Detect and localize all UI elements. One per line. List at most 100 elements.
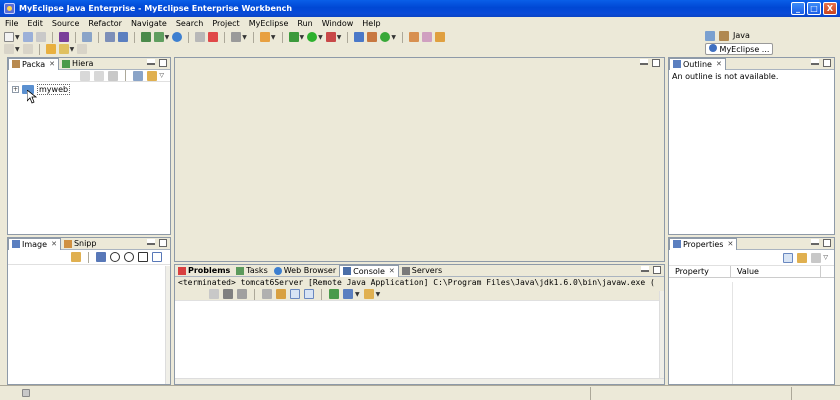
previous-annotation-icon[interactable] [22,44,33,54]
menu-edit[interactable]: Edit [27,19,43,28]
advanced-icon[interactable] [797,252,808,263]
search-icon[interactable] [435,32,445,42]
close-icon[interactable]: ✕ [51,240,57,248]
server-icon[interactable] [117,32,128,42]
categories-icon[interactable] [783,252,794,263]
minimize-view-button[interactable] [811,239,819,245]
clear-console-icon[interactable] [262,289,272,299]
view-menu-icon[interactable]: ▽ [823,254,828,261]
close-icon[interactable]: ✕ [727,240,733,248]
chevron-down-icon[interactable]: ▼ [337,34,342,41]
forward-icon[interactable] [77,44,88,54]
column-property[interactable]: Property [669,266,731,277]
display-console-icon[interactable] [343,289,353,299]
chevron-down-icon[interactable]: ▼ [242,34,247,41]
close-icon[interactable]: ✕ [389,267,395,275]
chevron-down-icon[interactable]: ▼ [271,34,276,41]
menu-myeclipse[interactable]: MyEclipse [249,19,289,28]
tab-console[interactable]: Console ✕ [339,264,399,277]
back-icon[interactable] [58,44,69,54]
menu-window[interactable]: Window [322,19,354,28]
open-perspective-icon[interactable] [705,30,715,41]
maximize-view-button[interactable] [823,59,831,67]
chevron-down-icon[interactable]: ▼ [376,291,381,298]
menu-file[interactable]: File [5,19,18,28]
maximize-editor-button[interactable] [652,59,660,67]
close-icon[interactable]: ✕ [49,60,55,68]
deploy-icon[interactable] [81,32,92,42]
pin-console-icon[interactable] [329,289,339,299]
new-package-icon[interactable] [367,32,378,42]
perspective-myeclipse[interactable]: MyEclipse ... [705,42,774,55]
chevron-down-icon[interactable]: ▼ [355,291,360,298]
new-ejb-icon[interactable] [153,32,164,42]
menu-run[interactable]: Run [297,19,312,28]
tab-outline[interactable]: Outline ✕ [669,57,726,70]
maximize-view-button[interactable] [159,239,167,247]
menu-help[interactable]: Help [362,19,380,28]
remove-launch-icon[interactable] [223,289,233,299]
link-icon[interactable] [71,252,81,262]
horizontal-scrollbar[interactable] [175,378,664,384]
chevron-down-icon[interactable]: ▼ [318,34,323,41]
menu-navigate[interactable]: Navigate [131,19,167,28]
column-value[interactable]: Value [731,266,821,277]
fit-image-icon[interactable] [96,252,106,262]
fast-view-icon[interactable] [22,389,30,397]
open-console-icon[interactable] [363,289,374,299]
scroll-lock-icon[interactable] [276,289,286,299]
new-web-project-icon[interactable] [140,32,151,42]
save-icon[interactable] [22,32,33,42]
minimize-view-button[interactable] [811,59,819,65]
maximize-view-button[interactable] [159,59,167,67]
debug-icon[interactable] [288,32,299,42]
show-stderr-icon[interactable] [304,289,314,299]
restore-default-icon[interactable] [811,252,822,263]
fit-window-icon[interactable] [152,252,162,262]
minimize-view-button[interactable] [147,239,155,245]
zoom-out-icon[interactable] [110,252,120,262]
tab-web-browser[interactable]: Web Browser [271,265,339,277]
menu-search[interactable]: Search [176,19,203,28]
pencil-icon[interactable] [422,32,432,42]
globe-icon[interactable] [172,32,183,42]
maximize-view-button[interactable] [653,266,661,274]
tab-hierarchy[interactable]: Hiera [59,58,96,70]
minimize-button[interactable]: _ [791,2,805,15]
remove-all-icon[interactable] [237,289,247,299]
tab-snippets[interactable]: Snipp [61,238,100,250]
collapse-all-icon[interactable] [133,70,144,81]
image-icon[interactable] [231,32,242,42]
tab-problems[interactable]: Problems [175,265,233,277]
chevron-down-icon[interactable]: ▼ [70,46,75,53]
close-button[interactable]: X [823,2,837,15]
package-icon[interactable] [58,32,69,42]
stop-icon[interactable] [208,32,219,42]
run-icon[interactable] [307,32,318,42]
chevron-down-icon[interactable]: ▼ [15,34,20,41]
wrench-icon[interactable] [104,32,115,42]
menu-project[interactable]: Project [212,19,239,28]
back-icon[interactable] [80,70,91,81]
forward-icon[interactable] [94,70,105,81]
open-type-icon[interactable] [409,32,419,42]
new-class-icon[interactable] [354,32,365,42]
tab-properties[interactable]: Properties ✕ [669,237,738,250]
chevron-down-icon[interactable]: ▼ [15,46,20,53]
print-icon[interactable] [35,32,46,42]
up-icon[interactable] [108,70,119,81]
minimize-editor-button[interactable] [640,59,648,65]
link-with-editor-icon[interactable] [147,70,158,81]
chevron-down-icon[interactable]: ▼ [165,34,170,41]
tab-package-explorer[interactable]: Packa ✕ [8,57,60,70]
vertical-scrollbar[interactable] [659,291,664,378]
external-tools-icon[interactable] [325,32,336,42]
annotation-icon[interactable] [4,44,14,54]
show-stdout-icon[interactable] [290,289,300,299]
menu-refactor[interactable]: Refactor [88,19,122,28]
server-manage-icon[interactable] [259,32,270,42]
view-menu-icon[interactable]: ▽ [159,72,164,79]
scrollbar[interactable] [165,266,170,384]
minimize-view-button[interactable] [147,59,155,65]
minimize-view-button[interactable] [641,266,649,272]
